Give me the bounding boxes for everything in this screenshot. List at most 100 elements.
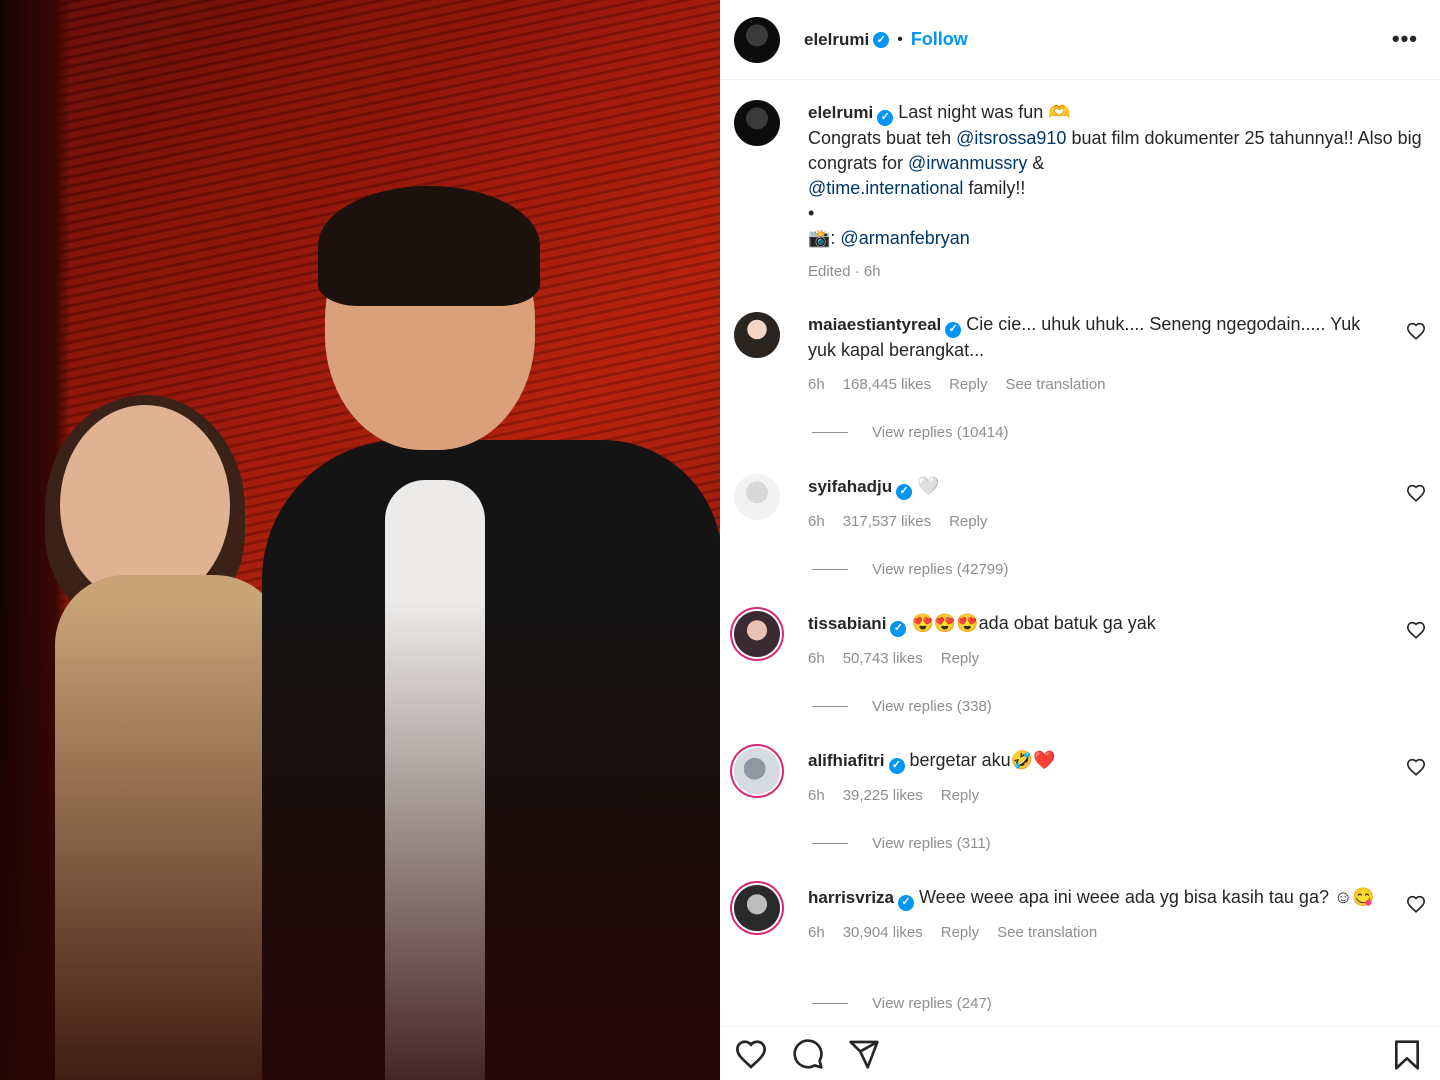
comment-actions: 6h 317,537 likes Reply [808,509,1388,534]
view-replies-button[interactable]: View replies (247) [812,995,992,1012]
comment-avatar[interactable] [734,748,780,794]
verified-icon: ✓ [896,483,913,500]
comment-likes[interactable]: 168,445 likes [843,372,931,397]
verified-icon: ✓ [898,894,914,911]
view-replies-button[interactable]: View replies (10414) [812,424,1008,441]
comment-time: 6h [808,786,825,804]
more-icon[interactable]: ••• [1392,26,1418,52]
comment-username[interactable]: tissabiani [808,614,886,633]
mention-link[interactable]: @armanfebryan [840,228,969,248]
comment-avatar[interactable] [734,885,780,931]
replies-divider [812,1003,848,1004]
caption-bullet: • [808,202,815,223]
mention-link[interactable]: @itsrossa910 [956,128,1066,148]
replies-divider [812,569,848,570]
comment-content: alifhiafitri ✓ bergetar aku🤣❤️ 6h 39,225 … [808,748,1388,808]
comment-item: tissabiani ✓ 😍😍😍ada obat batuk ga yak 6h … [734,611,1434,671]
comment-text: 😍😍😍ada obat batuk ga yak [911,613,1156,633]
post-caption: elelrumi ✓ Last night was fun 🫶 Congrats … [734,100,1424,284]
heart-icon[interactable] [1406,895,1426,913]
comment-item: maiaestiantyreal ✓ Cie cie... uhuk uhuk..… [734,312,1434,397]
comment-content: maiaestiantyreal ✓ Cie cie... uhuk uhuk..… [808,312,1388,397]
verified-icon: ✓ [888,757,905,774]
view-replies-button[interactable]: View replies (42799) [812,561,1008,578]
separator-dot: • [897,30,903,48]
see-translation-button[interactable]: See translation [1005,372,1105,397]
comment-actions: 6h 30,904 likes Reply See translation [808,920,1388,945]
heart-icon[interactable] [1406,484,1426,502]
comment-icon[interactable] [792,1038,824,1070]
comment-username[interactable]: maiaestiantyreal [808,315,941,334]
owner-avatar[interactable] [734,16,780,63]
comment-item: alifhiafitri ✓ bergetar aku🤣❤️ 6h 39,225 … [734,748,1434,808]
replies-divider [812,706,848,707]
caption-avatar[interactable] [734,100,780,146]
caption-body: elelrumi ✓ Last night was fun 🫶 Congrats … [808,100,1424,284]
verified-icon: ✓ [877,109,894,126]
owner-username[interactable]: elelrumi [804,30,869,50]
photo-man-hair [318,186,540,306]
reply-button[interactable]: Reply [949,372,987,397]
comment-actions: 6h 39,225 likes Reply [808,783,1388,808]
comment-time: 6h [808,512,825,530]
comment-item: syifahadju ✓ 🤍 6h 317,537 likes Reply [734,474,1434,534]
comment-avatar[interactable] [734,474,780,520]
caption-username[interactable]: elelrumi [808,103,873,122]
comment-time: 6h [808,375,825,393]
comment-text: Weee weee apa ini weee ada yg bisa kasih… [919,887,1375,907]
view-replies-label: View replies (338) [872,698,992,715]
comment-content: harrisvriza ✓ Weee weee apa ini weee ada … [808,885,1388,945]
reply-button[interactable]: Reply [941,920,979,945]
comment-likes[interactable]: 317,537 likes [843,509,931,534]
view-replies-label: View replies (311) [872,835,991,852]
post-side-panel: elelrumi ✓ • Follow ••• elelrumi ✓ Last n… [720,0,1440,1080]
view-replies-label: View replies (10414) [872,424,1009,441]
verified-icon: ✓ [945,321,962,338]
see-translation-button[interactable]: See translation [997,920,1097,945]
photo-floor [0,600,720,1080]
mention-link[interactable]: @time.international [808,178,963,198]
caption-text: & [1027,152,1045,173]
view-replies-label: View replies (42799) [872,561,1009,578]
share-icon[interactable] [848,1038,880,1070]
heart-icon[interactable] [1406,621,1426,639]
replies-divider [812,432,848,433]
view-replies-button[interactable]: View replies (311) [812,835,991,852]
comment-time: 6h [808,923,825,941]
reply-button[interactable]: Reply [941,646,979,671]
verified-icon: ✓ [890,620,907,637]
view-replies-button[interactable]: View replies (338) [812,698,992,715]
caption-text: Congrats buat teh [808,127,957,148]
reply-button[interactable]: Reply [949,509,987,534]
caption-text: family!! [963,177,1026,198]
caption-first-line: Last night was fun 🫶 [898,102,1071,122]
comment-likes[interactable]: 39,225 likes [843,783,923,808]
comment-username[interactable]: harrisvriza [808,888,894,907]
follow-button[interactable]: Follow [911,29,968,50]
post-header: elelrumi ✓ • Follow ••• [720,0,1440,80]
comment-likes[interactable]: 30,904 likes [843,920,923,945]
verified-icon: ✓ [873,31,890,48]
bookmark-icon[interactable] [1392,1039,1422,1076]
caption-meta: Edited · 6h [808,262,881,280]
heart-icon[interactable] [1406,322,1426,340]
comment-item: harrisvriza ✓ Weee weee apa ini weee ada … [734,885,1434,945]
comment-text: 🤍 [917,476,940,496]
camera-credit: 📸: [808,227,841,248]
reply-button[interactable]: Reply [941,783,979,808]
comment-actions: 6h 50,743 likes Reply [808,646,1388,671]
comment-actions: 6h 168,445 likes Reply See translation [808,372,1388,397]
comment-username[interactable]: alifhiafitri [808,751,885,770]
comment-likes[interactable]: 50,743 likes [843,646,923,671]
comment-username[interactable]: syifahadju [808,477,892,496]
comment-time: 6h [808,649,825,667]
like-heart-icon[interactable] [734,1039,768,1069]
post-actions-bar [720,1026,1440,1080]
comment-avatar[interactable] [734,611,780,657]
post-photo[interactable] [0,0,720,1080]
mention-link[interactable]: @irwanmussry [908,153,1027,173]
comment-content: tissabiani ✓ 😍😍😍ada obat batuk ga yak 6h … [808,611,1388,671]
replies-divider [812,843,848,844]
comment-avatar[interactable] [734,312,780,358]
heart-icon[interactable] [1406,758,1426,776]
